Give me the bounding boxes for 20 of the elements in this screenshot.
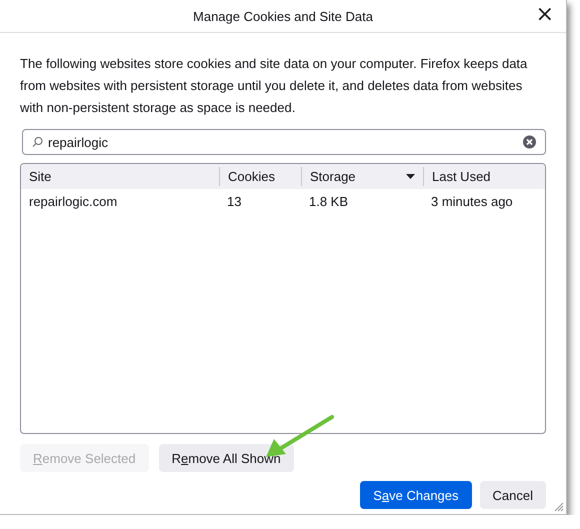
column-header[interactable]: Last Used <box>432 169 491 184</box>
clear-icon[interactable] <box>523 136 536 148</box>
table-cell-text: 3 minutes ago <box>430 194 514 208</box>
table-cell-text: 1.8 KB <box>308 194 350 208</box>
table-row[interactable]: repairlogic.com 13 1.8 KB 3 minutes ago <box>21 189 545 213</box>
sort-caret-icon <box>406 174 415 179</box>
table-cell-text: repairlogic.com <box>28 194 118 208</box>
table-cell-text: 13 <box>226 194 242 208</box>
resize-grip-icon <box>554 502 564 512</box>
search-icon <box>32 136 43 148</box>
column-header[interactable]: Storage <box>310 169 356 184</box>
remove-button[interactable]: Remove All Shown <box>158 444 294 472</box>
column-header[interactable]: Cookies <box>228 169 275 184</box>
save-button[interactable]: Save Changes <box>360 481 472 509</box>
close-button[interactable]: × <box>532 4 558 26</box>
search-field[interactable]: repairlogic <box>22 129 546 155</box>
column-header[interactable]: Site <box>29 169 52 184</box>
description-text: The following websites store cookies and site data on your computer. Firefox keeps data from websites with persistent storage until you delete it, and deletes data from websites with non-persistent storage as space is needed. <box>20 55 528 117</box>
window-title: Manage Cookies and Site Data <box>193 8 373 24</box>
cancel-button[interactable]: Cancel <box>480 481 546 509</box>
